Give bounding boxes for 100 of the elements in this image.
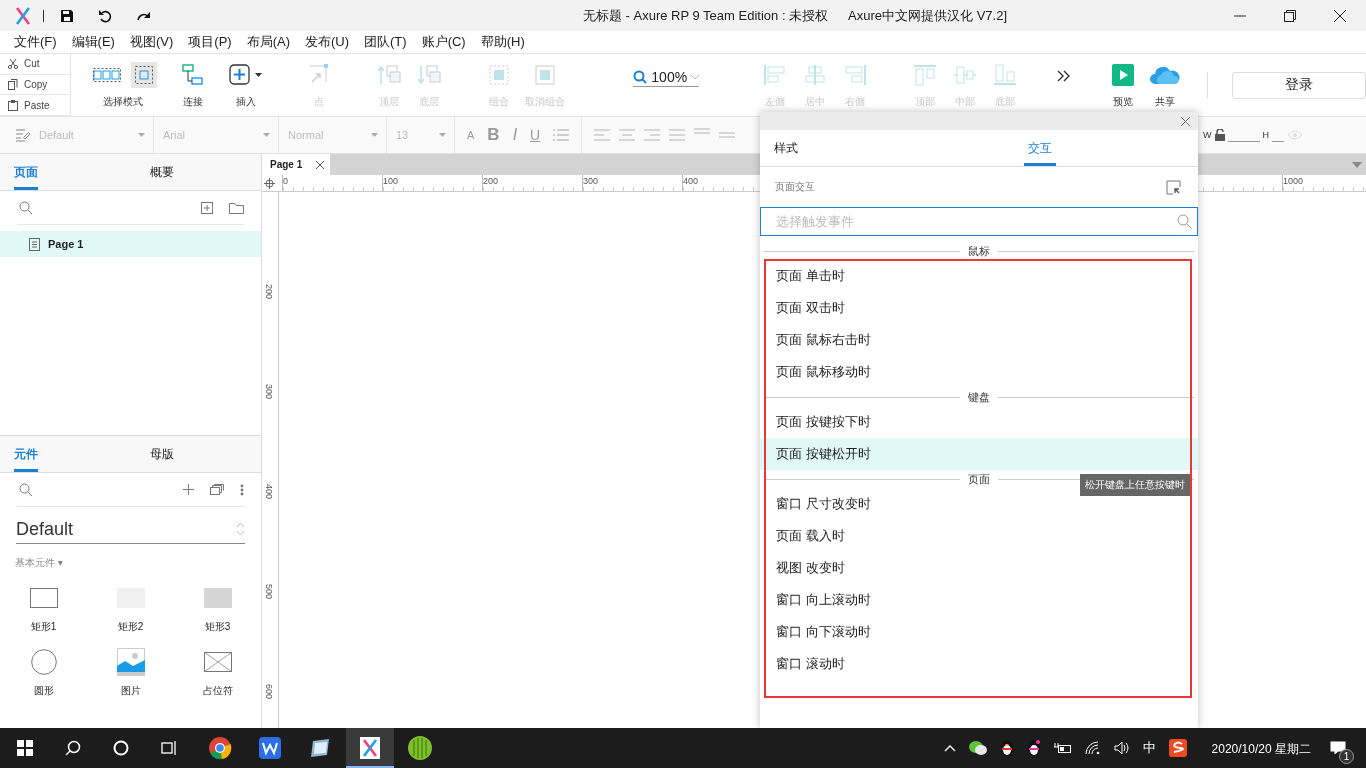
maximize-icon[interactable] — [1284, 9, 1296, 22]
chat-bubbles-icon[interactable] — [968, 740, 987, 756]
library-stack-icon[interactable] — [210, 484, 224, 495]
page-icon — [29, 237, 40, 251]
event-option[interactable]: 页面 按键松开时 — [760, 438, 1198, 470]
menu-item[interactable]: 文件(F) — [14, 33, 57, 51]
menu-item[interactable]: 团队(T) — [364, 33, 407, 51]
section-label[interactable]: 基本元件 ▾ — [15, 556, 261, 570]
panel-tab[interactable]: 概要 — [150, 154, 174, 190]
event-option[interactable]: 页面 鼠标移动时 — [760, 356, 1198, 388]
tooltip: 松开键盘上任意按键时 — [1080, 474, 1190, 496]
taskbar-app-button[interactable] — [346, 728, 394, 768]
search-icon[interactable] — [64, 740, 82, 756]
close-icon[interactable] — [316, 160, 325, 169]
ruler-label: 400 — [683, 176, 699, 186]
menu-item[interactable]: 编辑(E) — [71, 33, 115, 51]
menu-item[interactable]: 发布(U) — [305, 33, 350, 51]
event-option[interactable]: 页面 双击时 — [760, 292, 1198, 324]
ruler-label: 600 — [264, 684, 274, 700]
striped-ball-icon — [408, 736, 432, 760]
single-select-icon — [135, 66, 154, 84]
crosshair-icon[interactable] — [264, 178, 275, 189]
event-option[interactable]: 窗口 向下滚动时 — [760, 616, 1198, 648]
panel-tab[interactable]: 母版 — [150, 436, 174, 472]
widget-item[interactable]: 图片 — [87, 648, 174, 698]
share-tool-button[interactable]: 共享 — [1145, 61, 1186, 109]
rectangle-icon — [29, 588, 58, 608]
event-option[interactable]: 页面 单击时 — [760, 260, 1198, 292]
menu-item[interactable]: 布局(A) — [246, 33, 290, 51]
window-subtitle: Axure中文网提供汉化 V7.2] — [848, 6, 1008, 25]
preview-tool-button[interactable]: 预览 — [1105, 61, 1142, 109]
ruler-label: 0 — [283, 176, 288, 186]
insert-tool-button[interactable]: 插入 — [225, 61, 268, 109]
page-tab[interactable]: Page 1 — [262, 154, 331, 175]
connector-icon — [182, 64, 205, 86]
volume-icon[interactable] — [1113, 741, 1130, 755]
plus-icon[interactable] — [183, 484, 194, 495]
taskbar-date[interactable]: 2020/10/20 星期二 — [1211, 741, 1311, 758]
close-icon[interactable] — [1334, 9, 1346, 22]
panel-tab[interactable]: 页面 — [14, 154, 38, 190]
align-middle-icon — [953, 64, 978, 86]
multi-select-icon — [93, 68, 122, 82]
widget-item[interactable]: 矩形3 — [174, 584, 261, 634]
event-option[interactable]: 页面 载入时 — [760, 520, 1198, 552]
widget-item[interactable]: 矩形1 — [0, 584, 87, 634]
folder-icon[interactable] — [229, 201, 244, 214]
undo-icon[interactable] — [98, 8, 112, 23]
play-icon — [1112, 64, 1135, 86]
collapse-icon[interactable] — [1166, 179, 1181, 195]
event-option[interactable]: 页面 鼠标右击时 — [760, 324, 1198, 356]
ruler-label: 400 — [264, 484, 274, 500]
widget-item[interactable]: 占位符 — [174, 648, 261, 698]
notification-button[interactable]: 1 — [1324, 734, 1352, 762]
input-app-icon[interactable] — [1168, 739, 1187, 757]
select-tool-button[interactable]: 选择模式 — [85, 61, 162, 109]
menu-item[interactable]: 帮助(H) — [480, 33, 525, 51]
input-method-indicator[interactable]: 中 — [1142, 739, 1156, 757]
event-option[interactable]: 窗口 滚动时 — [760, 648, 1198, 680]
penguin-icon[interactable] — [1026, 739, 1041, 757]
group-label: 页面 — [968, 471, 990, 487]
connect-tool-button[interactable]: 连接 — [175, 61, 212, 109]
task-view-icon[interactable] — [160, 740, 178, 756]
add-page-icon[interactable] — [201, 201, 213, 214]
ruler-label: 1000 — [1283, 176, 1304, 186]
windows-start-icon[interactable] — [16, 740, 34, 756]
event-option[interactable]: 页面 按键按下时 — [760, 406, 1198, 438]
width-label: W — [1203, 130, 1212, 140]
menu-item[interactable]: 账户(C) — [421, 33, 466, 51]
menu-item[interactable]: 视图(V) — [129, 33, 174, 51]
copy-button[interactable]: Copy — [0, 74, 71, 96]
penguin-icon[interactable] — [999, 739, 1014, 757]
group-icon — [534, 64, 557, 86]
style-edit-icon[interactable] — [15, 128, 31, 142]
library-dropdown[interactable]: Default — [16, 515, 245, 544]
widget-item[interactable]: 圆形 — [0, 648, 87, 698]
more-vertical-icon[interactable] — [240, 483, 244, 496]
event-search-field[interactable]: 选择触发事件 — [760, 207, 1198, 236]
panel-tab[interactable]: 样式 — [760, 130, 812, 166]
zoom-field[interactable]: 100% — [633, 69, 700, 87]
notebook-icon — [309, 737, 331, 759]
widget-item[interactable]: 矩形2 — [87, 584, 174, 634]
menu-item[interactable]: 项目(P) — [188, 33, 232, 51]
lock-icon[interactable] — [1214, 129, 1225, 141]
sort-arrows-icon — [236, 522, 245, 536]
paste-button[interactable]: Paste — [0, 95, 71, 116]
login-button[interactable]: 登录 — [1232, 71, 1366, 99]
wifi-icon[interactable] — [1084, 741, 1101, 755]
cut-button[interactable]: Cut — [0, 54, 71, 75]
align-left-icon — [763, 64, 788, 86]
event-option[interactable]: 视图 改变时 — [760, 552, 1198, 584]
save-icon[interactable] — [60, 8, 74, 23]
panel-tab[interactable]: 元件 — [14, 436, 38, 472]
circle-icon[interactable] — [112, 740, 130, 756]
chevron-up-icon[interactable] — [943, 744, 956, 752]
caret-icon — [371, 133, 378, 137]
align-top-icon — [913, 64, 938, 86]
battery-plug-icon[interactable] — [1053, 742, 1072, 754]
panel-tab[interactable]: 交互 — [1024, 130, 1056, 166]
event-option[interactable]: 窗口 向上滚动时 — [760, 584, 1198, 616]
page-item[interactable]: Page 1 — [0, 231, 261, 257]
